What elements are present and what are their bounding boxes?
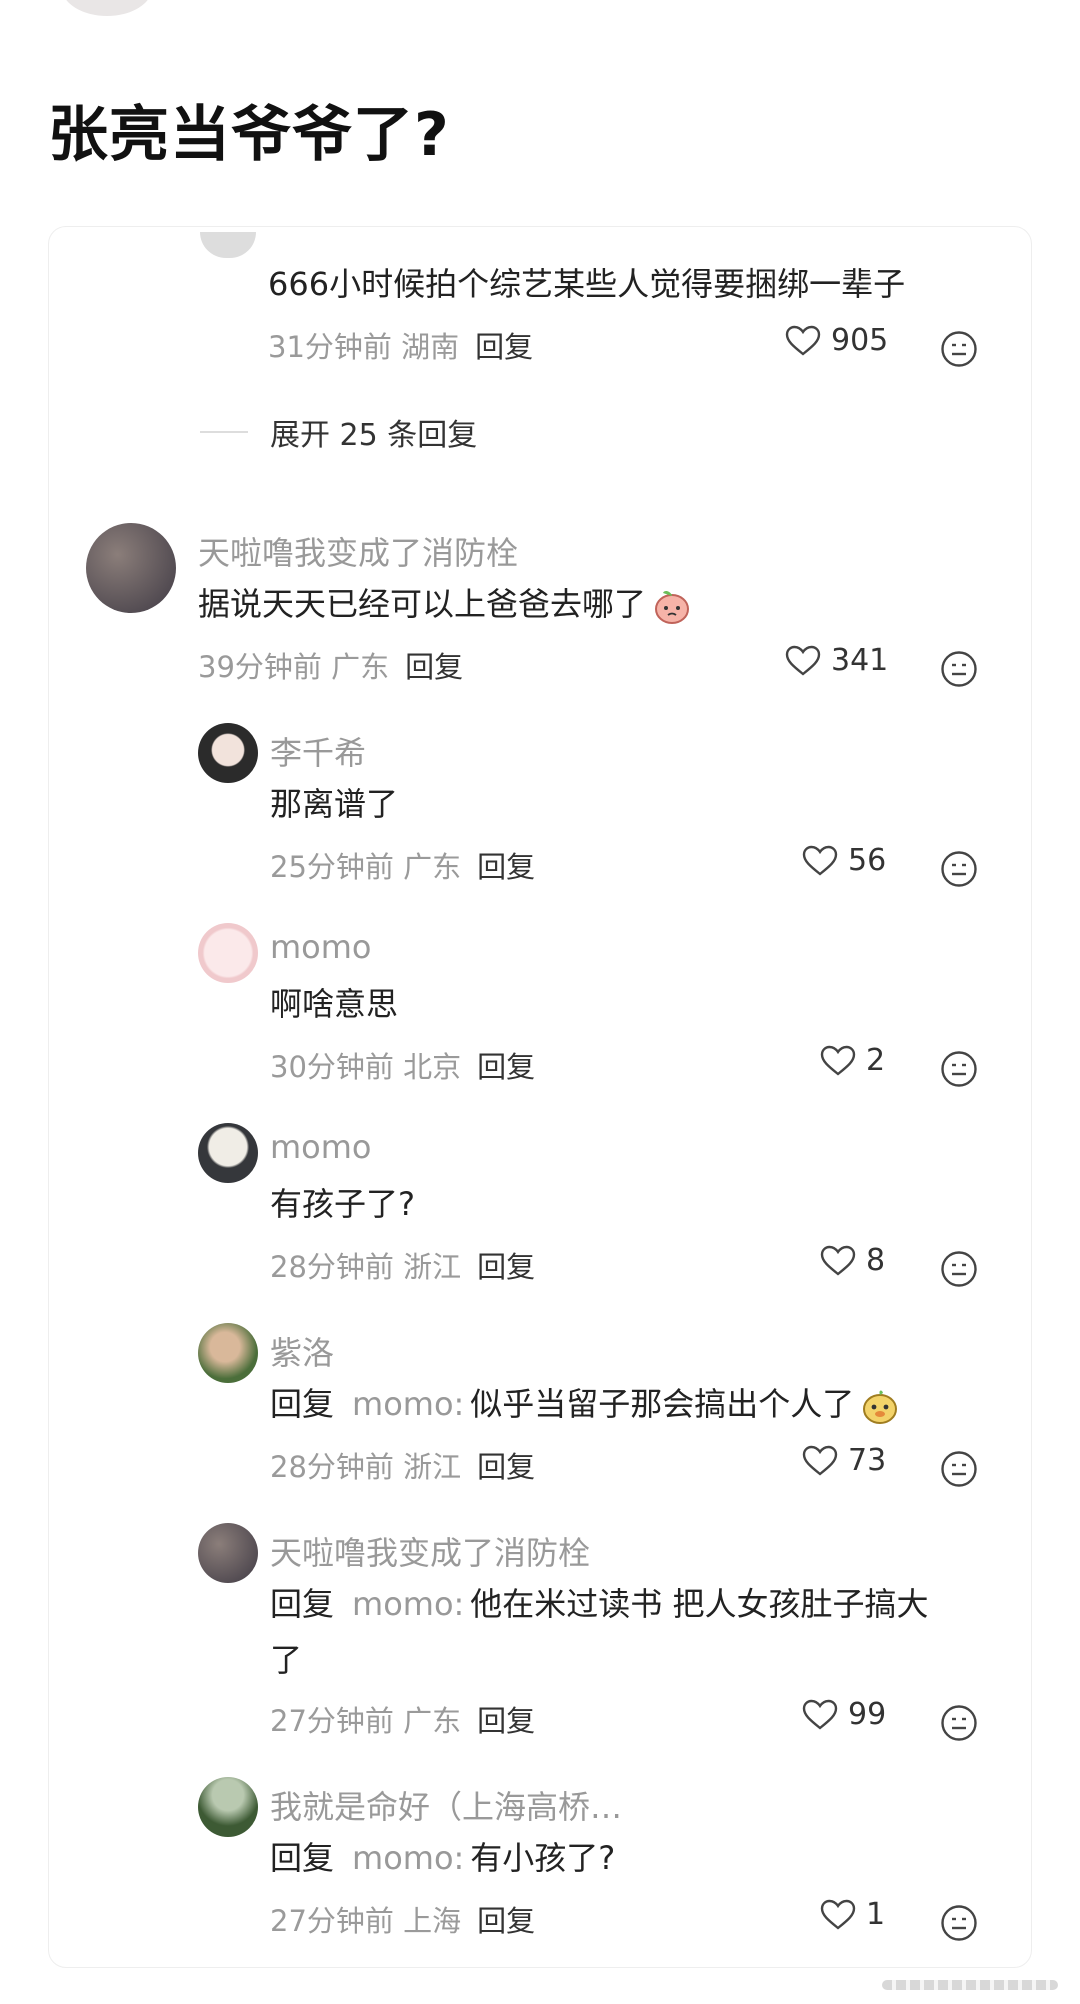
previous-post-avatar [62, 0, 152, 16]
expand-replies-button[interactable]: 展开 25 条回复 [200, 410, 477, 454]
heart-icon [802, 1699, 838, 1730]
reply-button[interactable]: 回复 [405, 650, 463, 684]
comment-text: 据说天天已经可以上爸爸去哪了 [198, 576, 692, 632]
like-button[interactable]: 1 [820, 1897, 885, 1932]
heart-icon [785, 325, 821, 356]
comment-meta: 31分钟前 湖南 回复 [268, 324, 533, 366]
like-button[interactable]: 8 [820, 1243, 885, 1278]
reply-button[interactable]: 回复 [477, 850, 535, 884]
comment-time-location: 39分钟前 广东 [198, 650, 390, 684]
comment-text: 啊啥意思 [270, 985, 399, 1023]
username[interactable]: 李千希 [270, 728, 366, 774]
like-count: 1 [866, 1897, 886, 1932]
comment-body-continued: 了 [270, 1641, 303, 1679]
comment-text: 回复 momo: 他在米过读书 把人女孩肚子搞大了 [270, 1576, 990, 1688]
scroll-indicator [882, 1980, 1058, 1990]
avatar[interactable] [198, 1523, 258, 1583]
like-count: 99 [848, 1697, 887, 1732]
neutral-face-icon[interactable] [940, 1250, 978, 1288]
username[interactable]: 我就是命好（上海高桥… [270, 1782, 622, 1828]
reply-target-username[interactable]: momo: [352, 1839, 464, 1877]
like-button[interactable]: 99 [802, 1697, 886, 1732]
reply-button[interactable]: 回复 [475, 330, 533, 364]
comment-time-location: 30分钟前 北京 [270, 1050, 462, 1084]
heart-icon [785, 645, 821, 676]
heart-icon [820, 1045, 856, 1076]
comment-body: 有小孩了? [470, 1839, 616, 1877]
username[interactable]: momo [270, 1128, 372, 1166]
like-count: 905 [831, 323, 889, 358]
like-button[interactable]: 56 [802, 843, 886, 878]
heart-icon [802, 1445, 838, 1476]
reply-button[interactable]: 回复 [477, 1450, 535, 1484]
avatar[interactable] [198, 1323, 258, 1383]
username[interactable]: 天啦噜我变成了消防栓 [270, 1528, 590, 1574]
comment-body: 似乎当留子那会搞出个人了 [470, 1385, 855, 1423]
comment-meta: 30分钟前 北京 回复 [270, 1044, 535, 1086]
neutral-face-icon[interactable] [940, 1704, 978, 1742]
reply-target-username[interactable]: momo: [352, 1385, 464, 1423]
username[interactable]: momo [270, 928, 372, 966]
like-count: 56 [848, 843, 887, 878]
comment-time-location: 27分钟前 广东 [270, 1704, 462, 1738]
heart-icon [820, 1899, 856, 1930]
comment-text: 回复 momo: 有小孩了? [270, 1830, 615, 1886]
page-title: 张亮当爷爷了? [48, 100, 450, 170]
avatar[interactable] [86, 523, 176, 613]
like-button[interactable]: 73 [802, 1443, 886, 1478]
reply-button[interactable]: 回复 [477, 1704, 535, 1738]
comment-text: 有孩子了? [270, 1185, 415, 1223]
comment-body: 据说天天已经可以上爸爸去哪了 [198, 585, 647, 623]
duck-sticker-icon [863, 1390, 898, 1424]
username[interactable]: 紫洛 [270, 1328, 334, 1374]
avatar[interactable] [198, 1777, 258, 1837]
like-button[interactable]: 905 [785, 323, 888, 358]
comment-meta: 27分钟前 上海 回复 [270, 1898, 535, 1940]
like-count: 341 [831, 643, 889, 678]
comment-meta: 39分钟前 广东 回复 [198, 644, 463, 686]
reply-target-username[interactable]: momo: [352, 1585, 464, 1623]
peach-sticker-icon [655, 590, 690, 624]
neutral-face-icon[interactable] [940, 1450, 978, 1488]
like-count: 73 [848, 1443, 887, 1478]
avatar[interactable] [198, 723, 258, 783]
neutral-face-icon[interactable] [940, 850, 978, 888]
like-button[interactable]: 2 [820, 1043, 885, 1078]
comment-text: 那离谱了 [270, 785, 399, 823]
like-button[interactable]: 341 [785, 643, 888, 678]
like-count: 2 [866, 1043, 886, 1078]
comment-time-location: 31分钟前 湖南 [268, 330, 460, 364]
comment-time-location: 25分钟前 广东 [270, 850, 462, 884]
comment-meta: 25分钟前 广东 回复 [270, 844, 535, 886]
comment-time-location: 28分钟前 浙江 [270, 1450, 462, 1484]
comment-time-location: 27分钟前 上海 [270, 1904, 462, 1938]
username[interactable]: 天啦噜我变成了消防栓 [198, 528, 518, 574]
comment-text: 回复 momo: 似乎当留子那会搞出个人了 [270, 1376, 900, 1432]
neutral-face-icon[interactable] [940, 1050, 978, 1088]
reply-button[interactable]: 回复 [477, 1250, 535, 1284]
expand-replies-label: 展开 25 条回复 [270, 418, 478, 453]
reply-button[interactable]: 回复 [477, 1904, 535, 1938]
reply-button[interactable]: 回复 [477, 1050, 535, 1084]
heart-icon [802, 845, 838, 876]
reply-prefix: 回复 [270, 1385, 335, 1423]
avatar[interactable] [198, 923, 258, 983]
divider [200, 431, 248, 433]
neutral-face-icon[interactable] [940, 1904, 978, 1942]
avatar[interactable] [198, 1123, 258, 1183]
neutral-face-icon[interactable] [940, 650, 978, 688]
comment-meta: 27分钟前 广东 回复 [270, 1698, 535, 1740]
heart-icon [820, 1245, 856, 1276]
like-count: 8 [866, 1243, 886, 1278]
comment-body: 他在米过读书 把人女孩肚子搞大 [470, 1585, 929, 1623]
comment-meta: 28分钟前 浙江 回复 [270, 1244, 535, 1286]
comment-time-location: 28分钟前 浙江 [270, 1250, 462, 1284]
neutral-face-icon[interactable] [940, 330, 978, 368]
reply-prefix: 回复 [270, 1585, 335, 1623]
comment-text: 666小时候拍个综艺某些人觉得要捆绑一辈子 [268, 265, 906, 303]
reply-prefix: 回复 [270, 1839, 335, 1877]
comment-meta: 28分钟前 浙江 回复 [270, 1444, 535, 1486]
